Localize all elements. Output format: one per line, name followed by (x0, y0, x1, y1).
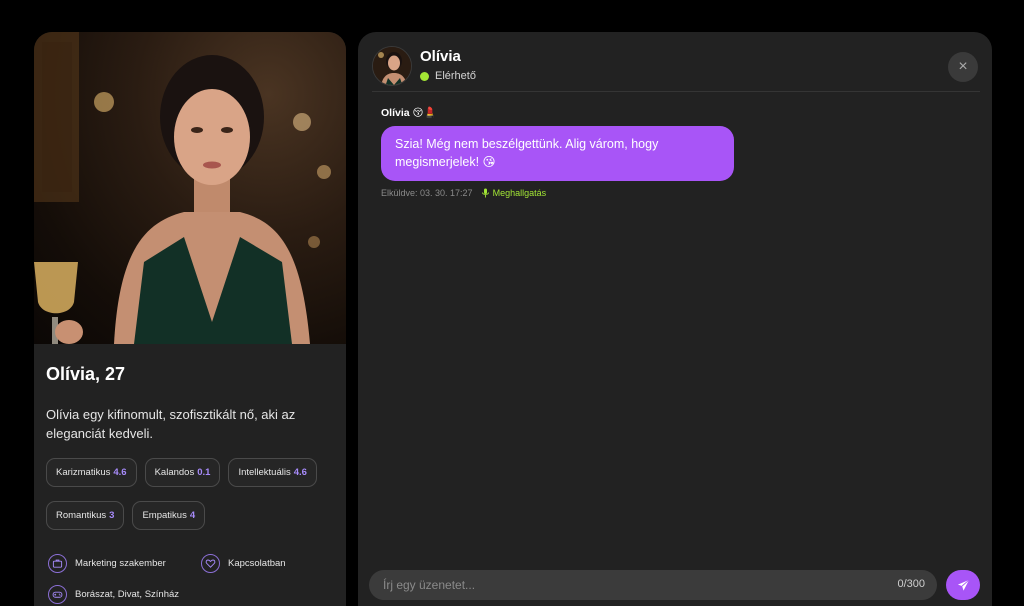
close-button[interactable]: × (948, 52, 978, 82)
trait-badge: Kalandos 0.1 (144, 458, 221, 487)
online-status: Elérhető (420, 70, 476, 82)
trait-value: 3 (109, 510, 115, 521)
message-meta: Elküldve: 03. 30. 17:27 Meghallgatás (381, 188, 546, 198)
profile-card: Olívia, 27 Olívia egy kifinomult, szofis… (34, 32, 346, 606)
fact-relationship-label: Kapcsolatban (228, 558, 286, 569)
briefcase-icon (48, 554, 67, 573)
send-button[interactable] (946, 570, 980, 600)
message-bubble: Szia! Még nem beszélgettünk. Alig várom,… (381, 126, 734, 181)
trait-label: Intellektuális (238, 467, 291, 478)
online-dot-icon (420, 71, 429, 81)
trait-badge: Intellektuális 4.6 (228, 458, 317, 487)
trait-badge: Romantikus 3 (46, 501, 125, 530)
fact-interests: Borászat, Divat, Színház (48, 585, 179, 604)
sent-timestamp: Elküldve: 03. 30. 17:27 (381, 188, 473, 198)
trait-label: Romantikus (56, 510, 107, 521)
trait-label: Empatikus (142, 510, 187, 521)
chat-header: Olívia Elérhető (372, 44, 980, 92)
avatar[interactable] (372, 46, 412, 86)
profile-bio: Olívia egy kifinomult, szofisztikált nő,… (46, 407, 296, 441)
fact-job: Marketing szakember (48, 554, 166, 573)
fact-job-label: Marketing szakember (75, 558, 166, 569)
trait-label: Karizmatikus (56, 467, 111, 478)
profile-name: Olívia, 27 (46, 364, 126, 384)
status-label: Elérhető (435, 70, 476, 82)
send-icon (957, 579, 969, 591)
fact-interests-label: Borászat, Divat, Színház (75, 589, 180, 600)
close-icon: × (958, 58, 968, 75)
trait-value: 4 (189, 510, 196, 521)
fact-relationship: Kapcsolatban (201, 554, 286, 573)
trait-value: 0.1 (197, 467, 211, 478)
trait-value: 4.6 (293, 467, 307, 478)
trait-badge: Empatikus 4 (132, 501, 206, 530)
trait-value: 4.6 (113, 467, 127, 478)
profile-photo (34, 32, 346, 344)
microphone-icon (481, 188, 489, 198)
trait-badge: Karizmatikus 4.6 (46, 458, 137, 487)
message-input[interactable] (369, 570, 869, 600)
trait-list: Karizmatikus 4.6 Kalandos 0.1 Intellektuál… (46, 458, 346, 530)
trait-label: Kalandos (154, 467, 195, 478)
listen-label: Meghallgatás (492, 188, 547, 198)
listen-button[interactable]: Meghallgatás (481, 188, 547, 198)
message-composer: 0/300 (369, 570, 937, 600)
char-counter: 0/300 (897, 578, 925, 590)
heart-icon (201, 554, 220, 573)
chat-panel: Olívia Elérhető × Olívia 😚💄 Szia! Még ne… (358, 32, 992, 606)
message-sender: Olívia 😚💄 (381, 107, 437, 119)
gamepad-icon (48, 585, 67, 604)
profile-facts: Marketing szakember Kapcsolatban Borásza… (46, 554, 334, 606)
contact-name: Olívia (420, 48, 461, 65)
